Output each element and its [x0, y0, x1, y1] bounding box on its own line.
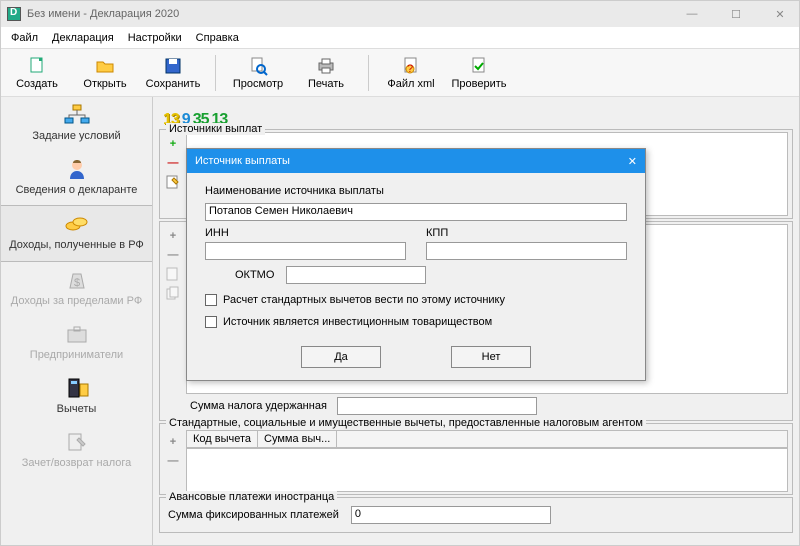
- menu-settings[interactable]: Настройки: [128, 32, 182, 44]
- add-icon[interactable]: +: [165, 434, 181, 450]
- remove-icon[interactable]: —: [165, 247, 181, 263]
- advance-fixed-label: Сумма фиксированных платежей: [164, 507, 343, 523]
- calculator-icon: [63, 376, 91, 400]
- toolbar-separator: [368, 55, 369, 91]
- col-sum[interactable]: Сумма выч...: [258, 431, 337, 447]
- advance-input[interactable]: 0: [351, 506, 551, 524]
- nav-income-rf[interactable]: Доходы, полученные в РФ: [1, 205, 152, 261]
- nav-entrepreneurs[interactable]: Предприниматели: [1, 316, 152, 370]
- section-advance: Авансовые платежи иностранца Сумма фикси…: [159, 497, 793, 533]
- maximize-icon[interactable]: ☐: [723, 8, 749, 21]
- menubar: Файл Декларация Настройки Справка: [1, 27, 799, 49]
- sources-tools: + —: [164, 132, 182, 216]
- window-title: Без имени - Декларация 2020: [27, 8, 179, 20]
- nav-conditions[interactable]: Задание условий: [1, 97, 152, 151]
- tree-icon: [63, 103, 91, 127]
- section-deductions: Стандартные, социальные и имущественные …: [159, 423, 793, 495]
- inn-label: ИНН: [205, 227, 406, 239]
- money-bag-icon: $: [63, 268, 91, 292]
- edit-icon[interactable]: [165, 174, 181, 190]
- kpp-label: КПП: [426, 227, 627, 239]
- new-file-icon: [27, 56, 47, 76]
- save-icon: [163, 56, 183, 76]
- svg-text:$: $: [74, 277, 80, 289]
- titlebar: Без имени - Декларация 2020 — ☐ ✕: [1, 1, 799, 27]
- nav-offset[interactable]: Зачет/возврат налога: [1, 424, 152, 478]
- incomes-tools: + —: [164, 224, 182, 418]
- copy-icon[interactable]: [165, 285, 181, 301]
- tb-open[interactable]: Открыть: [77, 56, 133, 90]
- remove-icon[interactable]: —: [165, 155, 181, 171]
- tb-save[interactable]: Сохранить: [145, 56, 201, 90]
- yes-button[interactable]: Да: [301, 346, 381, 368]
- nav-income-abroad[interactable]: $ Доходы за пределами РФ: [1, 262, 152, 316]
- dialog-title: Источник выплаты: [195, 155, 290, 167]
- src-name-label: Наименование источника выплаты: [205, 185, 627, 197]
- tb-print[interactable]: Печать: [298, 56, 354, 90]
- dialog-payment-source: Источник выплаты ✕ Наименование источник…: [186, 148, 646, 381]
- svg-text:?: ?: [407, 63, 413, 75]
- deductions-grid[interactable]: [186, 448, 788, 492]
- chk-investment[interactable]: Источник является инвестиционным товарищ…: [205, 316, 627, 328]
- remove-icon[interactable]: —: [165, 453, 181, 469]
- deductions-tools: + —: [164, 430, 182, 492]
- dialog-close-icon[interactable]: ✕: [628, 155, 637, 168]
- toolbar-separator: [215, 55, 216, 91]
- check-icon: [469, 56, 489, 76]
- tax-withheld-label: Сумма налога удержанная: [186, 398, 331, 414]
- window-controls: — ☐ ✕: [679, 8, 793, 21]
- print-icon: [316, 56, 336, 76]
- nav-deductions[interactable]: Вычеты: [1, 370, 152, 424]
- edit-icon[interactable]: [165, 266, 181, 282]
- checkbox-icon: [205, 294, 217, 306]
- inn-input[interactable]: [205, 242, 406, 260]
- add-icon[interactable]: +: [165, 228, 181, 244]
- add-icon[interactable]: +: [165, 136, 181, 152]
- oktmo-label: ОКТМО: [235, 269, 274, 281]
- checkbox-icon: [205, 316, 217, 328]
- dialog-titlebar: Источник выплаты ✕: [187, 149, 645, 173]
- menu-declaration[interactable]: Декларация: [52, 32, 114, 44]
- person-icon: [63, 157, 91, 181]
- menu-help[interactable]: Справка: [196, 32, 239, 44]
- coins-icon: [63, 212, 91, 236]
- oktmo-input[interactable]: [286, 266, 426, 284]
- tb-create[interactable]: Создать: [9, 56, 65, 90]
- tb-check[interactable]: Проверить: [451, 56, 507, 90]
- close-icon[interactable]: ✕: [767, 8, 793, 21]
- toolbar: Создать Открыть Сохранить Просмотр Печат…: [1, 49, 799, 97]
- xml-file-icon: ?: [401, 56, 421, 76]
- menu-file[interactable]: Файл: [11, 32, 38, 44]
- document-pen-icon: [63, 430, 91, 454]
- chk-std-deductions[interactable]: Расчет стандартных вычетов вести по этом…: [205, 294, 627, 306]
- briefcase-icon: [63, 322, 91, 346]
- deductions-grid-header: Код вычета Сумма выч...: [186, 430, 788, 448]
- sidebar: Задание условий Сведения о декларанте До…: [1, 97, 153, 545]
- tb-filexml[interactable]: ? Файл xml: [383, 56, 439, 90]
- app-icon: [7, 7, 21, 21]
- no-button[interactable]: Нет: [451, 346, 531, 368]
- minimize-icon[interactable]: —: [679, 8, 705, 21]
- tax-withheld-input[interactable]: [337, 397, 537, 415]
- deductions-label: Стандартные, социальные и имущественные …: [166, 417, 646, 429]
- col-code[interactable]: Код вычета: [187, 431, 258, 447]
- kpp-input[interactable]: [426, 242, 627, 260]
- advance-label: Авансовые платежи иностранца: [166, 491, 337, 503]
- folder-open-icon: [95, 56, 115, 76]
- sources-label: Источники выплат: [166, 123, 265, 135]
- src-name-input[interactable]: Потапов Семен Николаевич: [205, 203, 627, 221]
- tb-preview[interactable]: Просмотр: [230, 56, 286, 90]
- nav-declarant[interactable]: Сведения о декларанте: [1, 151, 152, 205]
- preview-icon: [248, 56, 268, 76]
